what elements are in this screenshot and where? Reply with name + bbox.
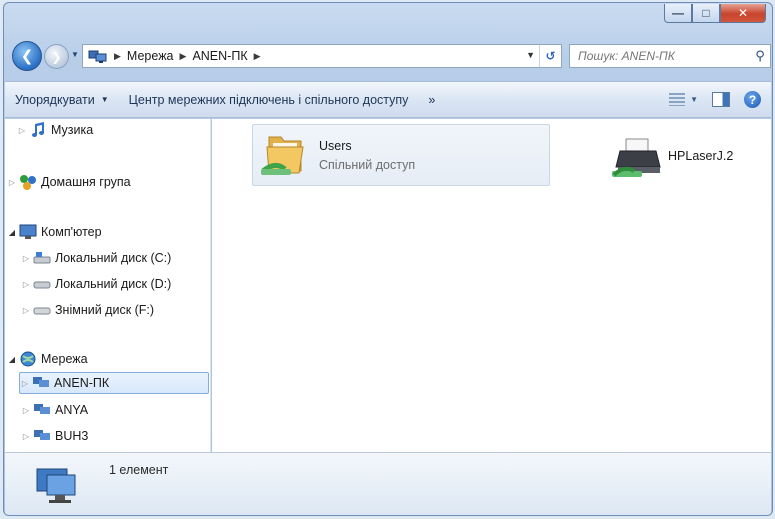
tree-label: Локальний диск (D:) bbox=[55, 277, 172, 291]
tree-item-computer[interactable]: ◢ Комп'ютер bbox=[7, 221, 102, 243]
organize-menu[interactable]: Упорядкувати ▼ bbox=[5, 82, 119, 117]
close-button[interactable]: ✕ bbox=[720, 4, 766, 23]
folder-share-status: Спільний доступ bbox=[319, 158, 416, 172]
printer-name: HPLaserJ.2 bbox=[668, 149, 734, 163]
search-box: ⚲ bbox=[569, 44, 771, 68]
forward-arrow-icon: ❯ bbox=[51, 49, 62, 64]
preview-pane-icon[interactable] bbox=[712, 92, 730, 107]
shared-folder-icon bbox=[261, 131, 307, 179]
refresh-icon: ↺ bbox=[545, 49, 556, 63]
breadcrumb-network[interactable]: Мережа bbox=[127, 49, 174, 63]
breadcrumb-computer[interactable]: ANEN-ПК bbox=[192, 49, 247, 63]
network-computer-icon bbox=[33, 402, 51, 418]
network-computer-icon bbox=[33, 465, 79, 505]
tree-label: Домашня група bbox=[41, 175, 131, 189]
address-bar[interactable]: ▶ Мережа ▶ ANEN-ПК ▶ ▼ ↺ bbox=[82, 44, 562, 68]
more-label: » bbox=[428, 92, 436, 107]
tree-item-buh3[interactable]: ▷ BUH3 bbox=[21, 425, 88, 447]
tree-label: Мережа bbox=[41, 352, 88, 366]
removable-drive-icon bbox=[33, 302, 51, 318]
command-bar: Упорядкувати ▼ Центр мережних підключень… bbox=[5, 81, 771, 118]
refresh-button[interactable]: ↺ bbox=[539, 45, 561, 67]
change-view-button[interactable]: ▼ bbox=[669, 93, 698, 106]
expand-arrow-icon[interactable]: ▷ bbox=[20, 379, 30, 388]
maximize-button[interactable]: □ bbox=[692, 4, 720, 23]
expand-arrow-icon[interactable]: ▷ bbox=[7, 178, 17, 187]
network-computer-icon bbox=[33, 428, 51, 444]
forward-button[interactable]: ❯ bbox=[44, 44, 69, 69]
tree-label: Комп'ютер bbox=[41, 225, 102, 239]
tree-item-disk-d[interactable]: ▷ Локальний диск (D:) bbox=[21, 273, 171, 295]
minimize-button[interactable]: — bbox=[664, 4, 692, 23]
tree-label: ANEN-ПК bbox=[54, 376, 110, 390]
shared-folder-users[interactable]: Users Спільний доступ bbox=[252, 124, 550, 186]
search-input[interactable] bbox=[570, 48, 750, 64]
tree-item-disk-c[interactable]: ▷ Локальний диск (C:) bbox=[21, 247, 171, 269]
caption-buttons: — □ ✕ bbox=[664, 4, 766, 23]
tree-item-anya[interactable]: ▷ ANYA bbox=[21, 399, 88, 421]
tree-item-network[interactable]: ◢ Мережа bbox=[7, 348, 88, 370]
tree-label: BUH3 bbox=[55, 429, 89, 443]
computer-icon bbox=[19, 224, 37, 240]
tree-item-anen-pc[interactable]: ▷ ANEN-ПК bbox=[19, 372, 209, 394]
tree-item-disk-f[interactable]: ▷ Знімний диск (F:) bbox=[21, 299, 154, 321]
back-button[interactable]: ❮ bbox=[12, 41, 42, 71]
explorer-window: — □ ✕ ❮ ❯ ▼ ▶ Мережа ▶ ANEN-ПК ▶ ▼ ↺ Пош… bbox=[3, 2, 773, 516]
tree-label: ANYA bbox=[55, 403, 89, 417]
item-count: 1 елемент bbox=[109, 463, 169, 477]
back-arrow-icon: ❮ bbox=[20, 48, 34, 65]
expand-arrow-icon[interactable]: ▷ bbox=[21, 306, 31, 315]
globe-icon bbox=[19, 351, 37, 367]
more-commands-button[interactable]: » bbox=[418, 82, 445, 117]
folder-name: Users bbox=[319, 139, 352, 153]
printer-icon bbox=[612, 137, 666, 186]
music-icon bbox=[29, 122, 47, 138]
views-icon bbox=[669, 93, 686, 106]
recent-pages-dropdown[interactable]: ▼ bbox=[71, 50, 79, 59]
network-computer-icon bbox=[32, 375, 50, 391]
help-icon[interactable]: ? bbox=[744, 91, 761, 108]
collapse-arrow-icon[interactable]: ◢ bbox=[7, 355, 17, 364]
chevron-down-icon: ▼ bbox=[690, 95, 698, 104]
tree-item-homegroup[interactable]: ▷ Домашня група bbox=[7, 171, 131, 193]
system-drive-icon bbox=[33, 250, 51, 266]
drive-icon bbox=[33, 276, 51, 292]
chevron-down-icon: ▼ bbox=[100, 95, 109, 104]
address-row: ❮ ❯ ▼ ▶Мережа ▶ANEN-ПК▶ ▼ ↺ ⚲ bbox=[12, 41, 771, 71]
expand-arrow-icon[interactable]: ▷ bbox=[21, 254, 31, 263]
address-dropdown-icon[interactable]: ▼ bbox=[526, 50, 535, 60]
navigation-pane: ▷ Музика ▷ Домашня група ◢ Комп'ютер ▷ Л… bbox=[5, 119, 211, 452]
network-icon bbox=[88, 49, 108, 64]
organize-label: Упорядкувати bbox=[15, 92, 95, 107]
expand-arrow-icon[interactable]: ▷ bbox=[17, 126, 27, 135]
network-center-label: Центр мережних підключень і спільного до… bbox=[128, 92, 409, 107]
tree-label: Музика bbox=[51, 123, 94, 137]
tree-label: Локальний диск (C:) bbox=[55, 251, 172, 265]
search-icon[interactable]: ⚲ bbox=[750, 48, 770, 64]
content-pane: Users Спільний доступ HPLaserJ.2 bbox=[212, 119, 771, 452]
expand-arrow-icon[interactable]: ▷ bbox=[21, 280, 31, 289]
expand-arrow-icon[interactable]: ▷ bbox=[21, 432, 31, 441]
shared-printer[interactable]: HPLaserJ.2 bbox=[606, 137, 746, 187]
homegroup-icon bbox=[19, 174, 37, 190]
collapse-arrow-icon[interactable]: ◢ bbox=[7, 228, 17, 237]
details-pane: 1 елемент bbox=[5, 452, 771, 515]
expand-arrow-icon[interactable]: ▷ bbox=[21, 406, 31, 415]
network-center-button[interactable]: Центр мережних підключень і спільного до… bbox=[119, 82, 419, 117]
tree-item-music[interactable]: ▷ Музика bbox=[17, 119, 93, 141]
tree-label: Знімний диск (F:) bbox=[55, 303, 155, 317]
